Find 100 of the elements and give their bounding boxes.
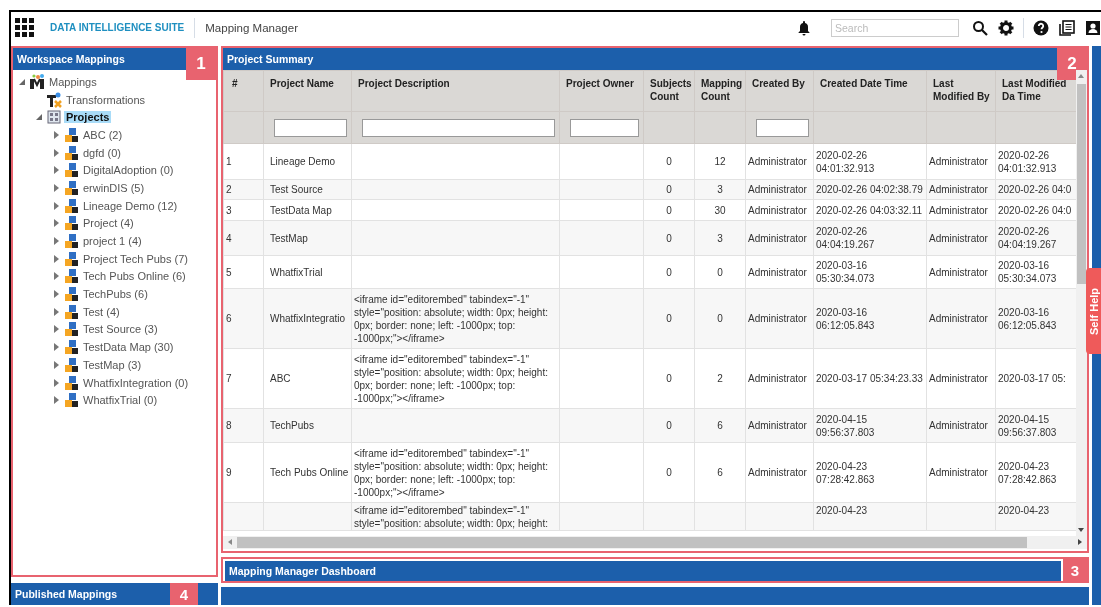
collapsed-arrow-icon[interactable]: [51, 377, 61, 388]
filter-field[interactable]: [756, 118, 809, 137]
table-cell: <iframe id="editorembed" tabindex="-1" style="position: absolute; width: 0px; height: 0px; border: none; left: -1000px; top: -1000px;"></iframe>: [354, 447, 548, 498]
table-cell: 8: [226, 420, 232, 431]
settings-button[interactable]: [998, 19, 1014, 36]
table-cell: 4: [226, 232, 232, 244]
tree-item[interactable]: TestMap (3): [81, 358, 144, 371]
collapsed-arrow-icon[interactable]: [51, 165, 61, 176]
notification-button[interactable]: [796, 19, 812, 36]
table-cell: <iframe id="editorembed" tabindex="-1" style="position: absolute; width: 0px; height: 0px; border: none; left: -1000px; top: -1000px;"></iframe>: [354, 353, 548, 404]
table-cell: 6: [717, 420, 723, 431]
documents-button[interactable]: [1059, 19, 1075, 36]
collapsed-arrow-icon[interactable]: [51, 306, 61, 317]
transformations-icon: [46, 91, 62, 108]
project-icon: [63, 126, 79, 143]
project-icon: [63, 339, 79, 356]
project-icon: [63, 179, 79, 196]
table-cell: 5: [226, 266, 232, 278]
panel-title: Mapping Manager Dashboard: [225, 561, 1061, 582]
table-cell: 2020-04-23: [998, 505, 1050, 516]
scroll-left-arrow-icon[interactable]: [226, 538, 234, 547]
vertical-scrollbar[interactable]: [1076, 70, 1087, 537]
table-cell: Administrator: [929, 204, 988, 216]
tree-item[interactable]: Project (4): [81, 217, 136, 230]
column-header[interactable]: Project Description: [358, 77, 450, 90]
tree-item[interactable]: Transformations: [64, 93, 148, 106]
filter-field[interactable]: [362, 118, 555, 137]
table-cell: 2: [226, 184, 232, 195]
table-cell: 0: [717, 266, 723, 278]
table-cell: Administrator: [748, 420, 807, 431]
table-cell: Administrator: [929, 313, 988, 324]
filter-field[interactable]: [274, 118, 347, 137]
project-icon: [63, 286, 79, 303]
table-cell: Administrator: [748, 313, 807, 324]
tree-item[interactable]: Test Source (3): [81, 323, 160, 336]
table-cell: 2020-04-23: [816, 505, 868, 516]
tree-item[interactable]: Project Tech Pubs (7): [81, 252, 190, 265]
tree-item[interactable]: ABC (2): [81, 128, 125, 141]
collapsed-arrow-icon[interactable]: [51, 342, 61, 353]
tree-item[interactable]: Tech Pubs Online (6): [81, 270, 188, 283]
help-button[interactable]: [1033, 19, 1049, 36]
table-cell: Administrator: [748, 204, 807, 216]
collapsed-arrow-icon[interactable]: [51, 289, 61, 300]
table-cell: 2020-03-16 06:12:05.843: [998, 306, 1057, 331]
expanded-arrow-icon[interactable]: [34, 112, 44, 123]
table-cell: 0: [666, 266, 672, 278]
collapsed-arrow-icon[interactable]: [51, 395, 61, 406]
table-cell: 2020-02-26 04:01:32.913: [998, 149, 1057, 174]
table-cell: TechPubs: [270, 420, 314, 431]
collapsed-arrow-icon[interactable]: [51, 129, 61, 140]
tree-item[interactable]: WhatfixIntegration (0): [81, 376, 191, 389]
tree-item[interactable]: Projects: [64, 111, 112, 124]
table-cell: 2020-04-15 09:56:37.803: [998, 413, 1057, 438]
table-cell: 6: [226, 313, 232, 324]
table-cell: Test Source: [270, 184, 323, 195]
scroll-right-arrow-icon[interactable]: [1076, 538, 1084, 547]
table-cell: 0: [666, 420, 672, 431]
collapsed-arrow-icon[interactable]: [51, 236, 61, 247]
table-cell: 0: [666, 373, 672, 384]
table-cell: 3: [717, 184, 723, 195]
search-button[interactable]: [972, 19, 988, 36]
tree-item[interactable]: dgfd (0): [81, 146, 123, 159]
project-icon: [63, 233, 79, 250]
tree-item[interactable]: WhatfixTrial (0): [81, 394, 160, 407]
horizontal-scrollbar[interactable]: [223, 536, 1087, 550]
app-grid-icon[interactable]: [15, 17, 35, 38]
tree-item[interactable]: Lineage Demo (12): [81, 199, 180, 212]
collapsed-arrow-icon[interactable]: [51, 359, 61, 370]
project-icon: [63, 303, 79, 320]
search-field[interactable]: Search: [831, 18, 959, 37]
table-cell: 2020-04-15 09:56:37.803: [816, 413, 875, 438]
scroll-up-arrow-icon[interactable]: [1077, 72, 1085, 80]
table-cell: Administrator: [929, 184, 988, 195]
collapsed-arrow-icon[interactable]: [51, 200, 61, 211]
table-cell: TestData Map: [270, 204, 332, 216]
tree-item[interactable]: DigitalAdoption (0): [81, 164, 176, 177]
table-cell: <iframe id="editorembed" tabindex="-1" style="position: absolute; width: 0px; height:: [354, 505, 548, 529]
tree-item[interactable]: erwinDIS (5): [81, 181, 147, 194]
tree-item[interactable]: TechPubs (6): [81, 288, 150, 301]
column-header[interactable]: #: [232, 77, 238, 90]
collapsed-arrow-icon[interactable]: [51, 147, 61, 158]
table-cell: 0: [666, 156, 672, 167]
collapsed-arrow-icon[interactable]: [51, 324, 61, 335]
tree-item[interactable]: Test (4): [81, 305, 122, 318]
table-cell: 0: [717, 313, 723, 324]
table-cell: 2020-03-16 06:12:05.843: [816, 306, 875, 331]
collapsed-arrow-icon[interactable]: [51, 218, 61, 229]
collapsed-arrow-icon[interactable]: [51, 253, 61, 264]
tree-item[interactable]: project 1 (4): [81, 235, 144, 248]
table-cell: 0: [666, 313, 672, 324]
filter-field[interactable]: [570, 118, 639, 137]
table-cell: Administrator: [929, 156, 988, 167]
table-cell: Administrator: [929, 420, 988, 431]
user-button[interactable]: [1085, 19, 1101, 36]
tree-item[interactable]: Mappings: [47, 75, 99, 88]
documents-icon: [1059, 19, 1075, 36]
tree-item[interactable]: TestData Map (30): [81, 341, 176, 354]
table-cell: Administrator: [748, 266, 807, 278]
collapsed-arrow-icon[interactable]: [51, 271, 61, 282]
collapsed-arrow-icon[interactable]: [51, 182, 61, 193]
